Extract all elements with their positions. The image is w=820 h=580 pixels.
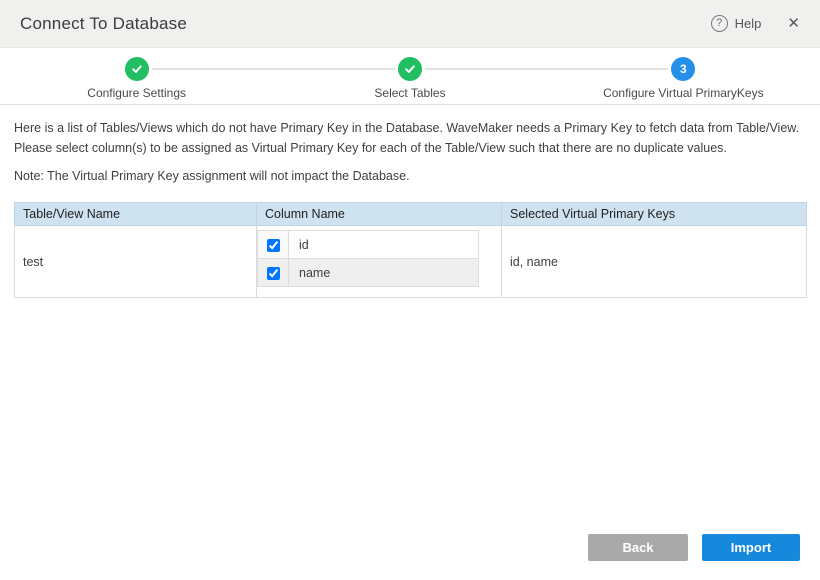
checkbox-cell [258,259,289,287]
close-icon[interactable]: ✕ [787,16,800,31]
table-row: test id [15,226,807,298]
column-id-label: id [289,231,479,259]
description-text: Here is a list of Tables/Views which do … [14,118,806,158]
step-2-label: Select Tables [374,86,445,100]
import-button[interactable]: Import [702,534,800,561]
note-text: Note: The Virtual Primary Key assignment… [14,169,806,183]
header-table-view-name: Table/View Name [15,203,257,226]
step-select-tables[interactable]: Select Tables [273,48,546,104]
dialog-content: Here is a list of Tables/Views which do … [0,105,820,298]
step-1-label: Configure Settings [87,86,186,100]
table-view-name-cell: test [15,226,257,298]
column-row-name: name [258,259,479,287]
column-name-checkbox[interactable] [267,267,280,280]
step-3-label: Configure Virtual PrimaryKeys [603,86,764,100]
wizard-stepper: Configure Settings Select Tables 3 Confi… [0,48,820,105]
check-icon [130,62,144,76]
back-button[interactable]: Back [588,534,688,561]
column-id-checkbox[interactable] [267,239,280,252]
dialog-footer: Back Import [588,534,800,561]
header-selected-virtual-primary-keys: Selected Virtual Primary Keys [502,203,807,226]
help-question-icon: ? [711,15,728,32]
help-button[interactable]: ? Help [711,15,762,32]
checkbox-cell [258,231,289,259]
step-1-done-circle [125,57,149,81]
titlebar: Connect To Database ? Help ✕ [0,0,820,48]
column-name-label: name [289,259,479,287]
step-configure-settings[interactable]: Configure Settings [0,48,273,104]
dialog-title: Connect To Database [20,14,187,34]
table-header-row: Table/View Name Column Name Selected Vir… [15,203,807,226]
column-row-id: id [258,231,479,259]
check-icon [403,62,417,76]
virtual-primary-keys-table: Table/View Name Column Name Selected Vir… [14,202,807,298]
step-configure-virtual-primarykeys[interactable]: 3 Configure Virtual PrimaryKeys [547,48,820,104]
step-3-number-circle: 3 [671,57,695,81]
step-2-done-circle [398,57,422,81]
column-name-cell: id name [257,226,502,298]
help-label: Help [735,16,762,31]
connect-to-database-dialog: Connect To Database ? Help ✕ Configure S… [0,0,820,580]
header-column-name: Column Name [257,203,502,226]
selected-keys-cell: id, name [502,226,807,298]
column-checkbox-list: id name [257,230,479,287]
